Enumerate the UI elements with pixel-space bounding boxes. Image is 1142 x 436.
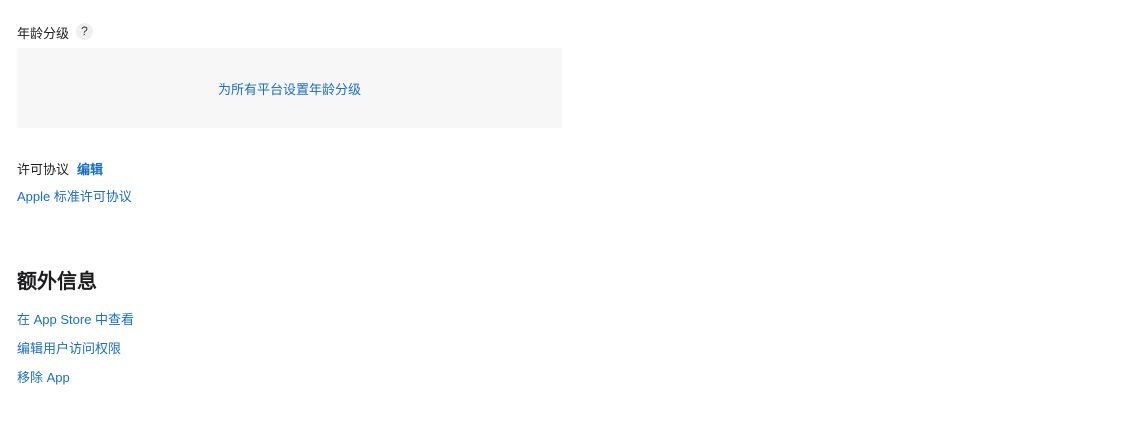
remove-app-link[interactable]: 移除 App <box>17 367 70 386</box>
age-rating-panel: 为所有平台设置年龄分级 <box>17 48 562 128</box>
view-in-app-store-link[interactable]: 在 App Store 中查看 <box>17 309 134 328</box>
license-edit-link[interactable]: 编辑 <box>77 159 103 178</box>
additional-info-heading: 额外信息 <box>17 271 97 293</box>
age-rating-label: 年龄分级 <box>17 26 70 41</box>
help-icon[interactable]: ? <box>76 23 93 40</box>
apple-standard-license-link[interactable]: Apple 标准许可协议 <box>17 186 132 205</box>
edit-user-access-link[interactable]: 编辑用户访问权限 <box>17 338 121 357</box>
license-agreement-label: 许可协议 <box>17 162 70 177</box>
set-age-rating-all-platforms-link[interactable]: 为所有平台设置年龄分级 <box>218 79 361 98</box>
